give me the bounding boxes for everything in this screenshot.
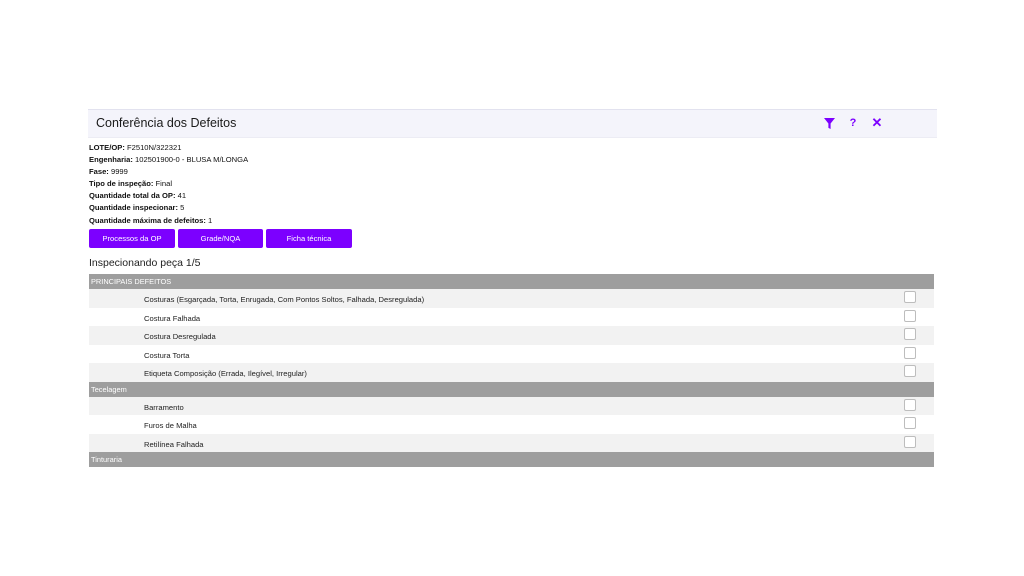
defect-label: Costuras (Esgarçada, Torta, Enrugada, Co… — [144, 295, 425, 304]
info-line: Tipo de inspeção: Final — [89, 178, 248, 190]
defect-label: Retilínea Falhada — [144, 439, 204, 449]
info-value: 41 — [177, 191, 187, 201]
defect-label: Costura Desregulada — [144, 332, 216, 341]
defect-row: Costura Desregulada — [89, 326, 934, 345]
defect-label: Furos de Malha — [144, 421, 197, 430]
defect-checkbox[interactable] — [904, 435, 916, 448]
defect-row: Furos de Malha — [89, 415, 934, 434]
info-label: Quantidade inspecionar: — [89, 203, 179, 213]
help-icon[interactable]: ? — [845, 115, 861, 131]
info-value: 5 — [180, 203, 185, 213]
defect-checkbox[interactable] — [904, 309, 916, 322]
defect-checkbox[interactable] — [904, 417, 916, 429]
ficha-tecnica-button[interactable]: Ficha técnica — [266, 229, 352, 248]
defects-table: PRINCIPAIS DEFEITOS Costuras (Esgarçada, … — [89, 274, 934, 467]
info-value: 102501900-0 - BLUSA M/LONGA — [135, 155, 249, 165]
defect-row: Barramento — [89, 396, 934, 415]
info-line: Engenharia: 102501900-0 - BLUSA M/LONGA — [89, 154, 248, 166]
info-value: 9999 — [110, 167, 128, 177]
op-info: LOTE/OP: F2510N/322321 Engenharia: 102501… — [89, 142, 248, 227]
info-label: Fase: — [89, 167, 109, 177]
defect-row: Costura Falhada — [89, 307, 934, 326]
close-icon[interactable]: ✕ — [869, 115, 885, 131]
info-line: Quantidade total da OP: 41 — [89, 190, 248, 202]
info-label: Quantidade máxima de defeitos: — [89, 215, 206, 225]
info-label: LOTE/OP: — [89, 143, 125, 152]
defect-checkbox[interactable] — [904, 328, 916, 340]
info-value: Final — [155, 179, 173, 189]
info-value: F2510N/322321 — [126, 143, 182, 152]
action-buttons: Processos da OP Grade/NQA Ficha técnica — [89, 229, 352, 248]
inspection-status: Inspecionando peça 1/5 — [89, 257, 201, 269]
section-header: PRINCIPAIS DEFEITOS — [89, 274, 934, 289]
defect-label: Costura Torta — [144, 350, 190, 360]
info-label: Tipo de inspeção: — [89, 179, 154, 189]
info-line: Quantidade máxima de defeitos: 1 — [89, 215, 248, 227]
defect-label: Costura Falhada — [144, 313, 201, 323]
grade-nqa-button[interactable]: Grade/NQA — [178, 229, 263, 248]
page-title: Conferência dos Defeitos — [96, 116, 237, 130]
defect-checkbox[interactable] — [904, 398, 916, 411]
info-value: 1 — [208, 215, 213, 225]
processos-op-button[interactable]: Processos da OP — [89, 229, 175, 248]
info-line: Fase: 9999 — [89, 166, 248, 178]
info-label: Engenharia: — [89, 155, 133, 165]
filter-icon[interactable] — [821, 115, 837, 131]
defect-label: Barramento — [144, 402, 184, 412]
dialog-header: Conferência dos Defeitos ? ✕ — [88, 109, 937, 138]
defect-row: Retilínea Falhada — [89, 433, 934, 452]
info-line: LOTE/OP: F2510N/322321 — [89, 142, 248, 154]
section-header: Tinturaria — [89, 452, 934, 467]
defect-checkbox[interactable] — [904, 365, 916, 377]
defect-label: Etiqueta Composição (Errada, Ilegível, I… — [144, 369, 307, 378]
defect-checkbox[interactable] — [904, 346, 916, 359]
defect-row: Costuras (Esgarçada, Torta, Enrugada, Co… — [89, 289, 934, 308]
defect-checkbox[interactable] — [904, 291, 916, 303]
defect-row: Etiqueta Composição (Errada, Ilegível, I… — [89, 363, 934, 382]
section-header: Tecelagem — [89, 381, 934, 397]
info-line: Quantidade inspecionar: 5 — [89, 202, 248, 214]
info-label: Quantidade total da OP: — [89, 191, 176, 201]
defect-row: Costura Torta — [89, 344, 934, 363]
dialog: Conferência dos Defeitos ? ✕ — [88, 109, 937, 138]
